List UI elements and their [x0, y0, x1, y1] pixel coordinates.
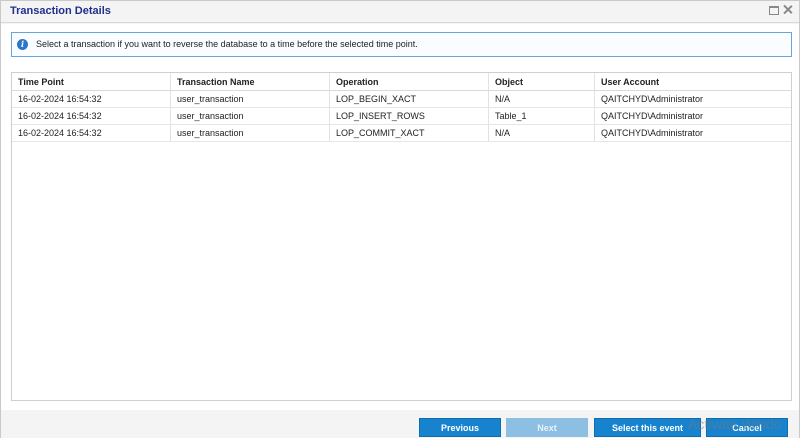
cell-operation: LOP_COMMIT_XACT	[330, 125, 489, 141]
next-button[interactable]: Next	[506, 418, 588, 437]
dialog-content: i Select a transaction if you want to re…	[1, 24, 799, 410]
column-header-operation[interactable]: Operation	[330, 73, 489, 90]
cell-transaction-name: user_transaction	[171, 91, 330, 107]
cell-user-account: QAITCHYD\Administrator	[601, 128, 704, 138]
cell-object: N/A	[489, 125, 595, 141]
minimize-icon[interactable]	[768, 4, 779, 15]
column-header-time-point[interactable]: Time Point	[12, 73, 171, 90]
info-text: Select a transaction if you want to reve…	[36, 39, 418, 49]
cell-time-point: 16-02-2024 16:54:32	[12, 91, 171, 107]
table-header: Time Point Transaction Name Operation Ob…	[12, 73, 791, 91]
close-icon[interactable]	[782, 4, 793, 15]
cell-operation: LOP_INSERT_ROWS	[330, 108, 489, 124]
dialog-footer: Previous Next Select this event Cancel	[1, 410, 799, 438]
title-bar: Transaction Details	[1, 1, 799, 23]
column-header-transaction-name[interactable]: Transaction Name	[171, 73, 330, 90]
cell-operation: LOP_BEGIN_XACT	[330, 91, 489, 107]
cell-user-account: QAITCHYD\Administrator	[601, 94, 704, 104]
cell-time-point: 16-02-2024 16:54:32	[12, 125, 171, 141]
cell-object: N/A	[489, 91, 595, 107]
column-header-user-account[interactable]: User Account	[595, 73, 791, 90]
window-controls	[768, 4, 793, 15]
cancel-button[interactable]: Cancel	[706, 418, 788, 437]
table-row[interactable]: 16-02-2024 16:54:32 user_transaction LOP…	[12, 125, 791, 142]
cell-time-point: 16-02-2024 16:54:32	[12, 108, 171, 124]
info-icon: i	[17, 39, 28, 50]
table-row[interactable]: 16-02-2024 16:54:32 user_transaction LOP…	[12, 91, 791, 108]
table-row[interactable]: 16-02-2024 16:54:32 user_transaction LOP…	[12, 108, 791, 125]
cell-object: Table_1	[489, 108, 595, 124]
column-header-object[interactable]: Object	[489, 73, 595, 90]
cell-transaction-name: user_transaction	[171, 125, 330, 141]
transactions-table: Time Point Transaction Name Operation Ob…	[11, 72, 792, 401]
cell-user-account: QAITCHYD\Administrator	[601, 111, 704, 121]
cell-transaction-name: user_transaction	[171, 108, 330, 124]
previous-button[interactable]: Previous	[419, 418, 501, 437]
select-event-button[interactable]: Select this event	[594, 418, 701, 437]
info-banner: i Select a transaction if you want to re…	[11, 32, 792, 57]
dialog-title: Transaction Details	[10, 5, 111, 17]
transaction-details-dialog: Transaction Details i Select a transacti…	[0, 0, 800, 438]
